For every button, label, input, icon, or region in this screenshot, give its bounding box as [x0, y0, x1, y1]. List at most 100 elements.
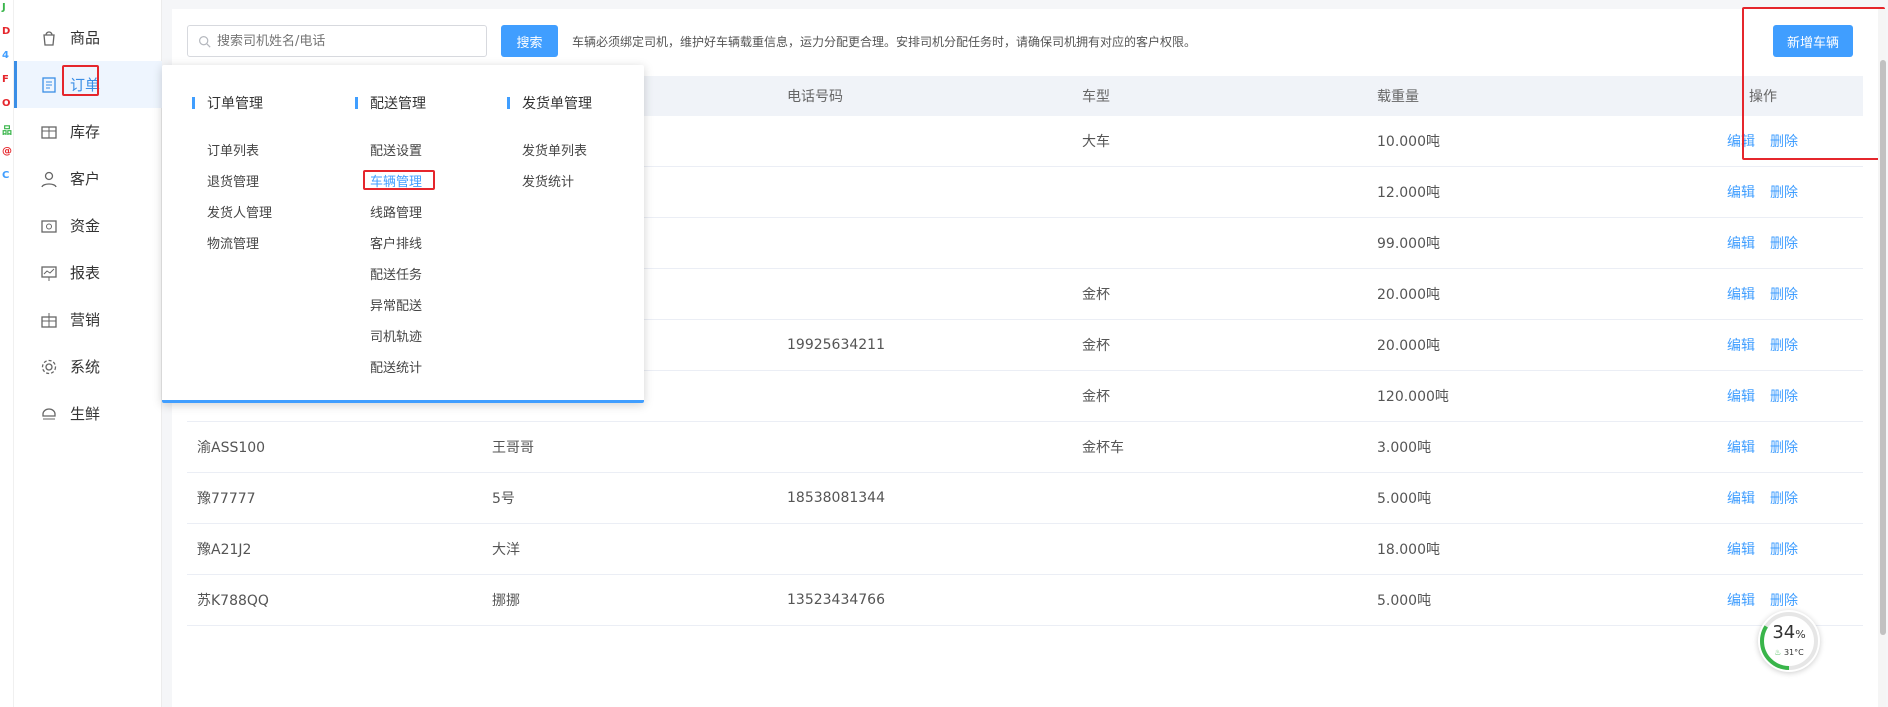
- delete-link[interactable]: 删除: [1770, 524, 1798, 574]
- edit-link[interactable]: 编辑: [1727, 320, 1755, 370]
- sidebar-item-chart-board[interactable]: 报表: [14, 249, 162, 296]
- edge-char: 品: [2, 126, 12, 137]
- edge-char: 4: [2, 50, 9, 61]
- fresh-icon: [40, 405, 58, 423]
- sidebar-item-gear[interactable]: 系统: [14, 343, 162, 390]
- cell-plate: 渝ASS100: [197, 440, 266, 456]
- sidebar-item-label: 资金: [70, 217, 101, 235]
- edge-char: J: [2, 2, 6, 13]
- menu-item[interactable]: 司机轨迹: [370, 326, 422, 345]
- cell-driver: 大洋: [492, 542, 520, 558]
- cell-type: 金杯: [1082, 338, 1110, 354]
- chart-board-icon: [40, 264, 58, 282]
- sidebar-item-wallet[interactable]: 资金: [14, 202, 162, 249]
- cell-load: 10.000吨: [1377, 134, 1440, 150]
- gear-icon: [40, 358, 58, 376]
- edge-char: O: [2, 98, 11, 109]
- edit-link[interactable]: 编辑: [1727, 524, 1755, 574]
- cell-phone: 18538081344: [787, 490, 885, 506]
- cell-load: 12.000吨: [1377, 185, 1440, 201]
- edit-link[interactable]: 编辑: [1727, 218, 1755, 268]
- gauge-temperature: ♨ 31°C: [1774, 648, 1804, 657]
- edit-link[interactable]: 编辑: [1727, 371, 1755, 421]
- edit-link[interactable]: 编辑: [1727, 422, 1755, 472]
- sidebar-item-label: 生鲜: [70, 405, 101, 423]
- menu-item[interactable]: 配送统计: [370, 357, 422, 376]
- highlight-add-vehicle: [1742, 7, 1885, 160]
- cell-load: 99.000吨: [1377, 236, 1440, 252]
- cell-load: 3.000吨: [1377, 440, 1432, 456]
- cell-driver: 5号: [492, 491, 515, 507]
- menu-item[interactable]: 发货单列表: [522, 140, 587, 159]
- cell-type: 金杯: [1082, 389, 1110, 405]
- menu-item[interactable]: 订单列表: [207, 140, 259, 159]
- sidebar-item-box[interactable]: 库存: [14, 108, 162, 155]
- sidebar-item-fresh[interactable]: 生鲜: [14, 390, 162, 437]
- order-list-icon: [40, 76, 58, 94]
- sidebar-item-label: 客户: [70, 170, 101, 188]
- delete-link[interactable]: 删除: [1770, 320, 1798, 370]
- scrollbar-thumb[interactable]: [1880, 60, 1886, 635]
- search-button[interactable]: 搜索: [501, 25, 558, 57]
- edit-link[interactable]: 编辑: [1727, 167, 1755, 217]
- cell-plate: 豫A21J2: [197, 542, 252, 558]
- edit-link[interactable]: 编辑: [1727, 269, 1755, 319]
- menu-item[interactable]: 退货管理: [207, 171, 259, 190]
- cell-driver: 挪挪: [492, 593, 520, 609]
- gift-icon: [40, 311, 58, 329]
- cell-plate: 苏K788QQ: [197, 593, 269, 609]
- sidebar-item-bag[interactable]: 商品: [14, 14, 162, 61]
- menu-item[interactable]: 物流管理: [207, 233, 259, 252]
- column-header-type: 车型: [1082, 89, 1110, 105]
- edit-link[interactable]: 编辑: [1727, 575, 1755, 625]
- sidebar-item-gift[interactable]: 营销: [14, 296, 162, 343]
- cell-load: 5.000吨: [1377, 491, 1432, 507]
- cell-type: 金杯: [1082, 287, 1110, 303]
- delete-link[interactable]: 删除: [1770, 473, 1798, 523]
- cell-plate: 豫77777: [197, 491, 256, 507]
- bag-icon: [40, 29, 58, 47]
- table-row: 渝ASS100 王哥哥 金杯车 3.000吨 编辑 删除: [187, 422, 1863, 473]
- menu-item[interactable]: 异常配送: [370, 295, 422, 314]
- edge-char: F: [2, 74, 9, 85]
- menu-item[interactable]: 配送任务: [370, 264, 422, 283]
- search-input[interactable]: [217, 33, 477, 49]
- delete-link[interactable]: 删除: [1770, 269, 1798, 319]
- delete-link[interactable]: 删除: [1770, 371, 1798, 421]
- menu-column-title: 配送管理: [355, 93, 426, 113]
- accent-bar: [507, 97, 510, 109]
- delete-link[interactable]: 删除: [1770, 167, 1798, 217]
- menu-item[interactable]: 配送设置: [370, 140, 422, 159]
- usage-gauge[interactable]: 34% ♨ 31°C: [1758, 610, 1820, 672]
- delete-link[interactable]: 删除: [1770, 422, 1798, 472]
- gauge-percent: 34%: [1772, 622, 1806, 643]
- sidebar-item-label: 商品: [70, 29, 101, 47]
- cell-driver: 王哥哥: [492, 440, 534, 456]
- cell-load: 20.000吨: [1377, 338, 1440, 354]
- menu-item[interactable]: 发货统计: [522, 171, 574, 190]
- sidebar-item-label: 报表: [70, 264, 101, 282]
- search-input-box[interactable]: [187, 25, 487, 57]
- accent-bar: [355, 97, 358, 109]
- cell-load: 5.000吨: [1377, 593, 1432, 609]
- hint-text: 车辆必须绑定司机，维护好车辆载重信息，运力分配更合理。安排司机分配任务时，请确保…: [572, 35, 1197, 49]
- column-header-load: 载重量: [1377, 89, 1419, 105]
- sidebar-item-label: 营销: [70, 311, 101, 329]
- cell-load: 18.000吨: [1377, 542, 1440, 558]
- edge-char: @: [2, 146, 12, 157]
- edge-strip: J D 4 F O 品 @ C: [0, 0, 14, 707]
- sidebar-item-user[interactable]: 客户: [14, 155, 162, 202]
- edge-char: C: [2, 170, 10, 181]
- user-icon: [40, 170, 58, 188]
- highlight-vehicle-management: [363, 170, 435, 190]
- cell-type: 金杯车: [1082, 440, 1124, 456]
- edit-link[interactable]: 编辑: [1727, 473, 1755, 523]
- cell-phone: 19925634211: [787, 337, 885, 353]
- menu-item[interactable]: 线路管理: [370, 202, 422, 221]
- highlight-order-menu: [62, 65, 99, 96]
- menu-item[interactable]: 发货人管理: [207, 202, 272, 221]
- menu-item[interactable]: 客户排线: [370, 233, 422, 252]
- sidebar-item-label: 库存: [70, 123, 101, 141]
- delete-link[interactable]: 删除: [1770, 218, 1798, 268]
- thermometer-icon: ♨: [1774, 648, 1782, 657]
